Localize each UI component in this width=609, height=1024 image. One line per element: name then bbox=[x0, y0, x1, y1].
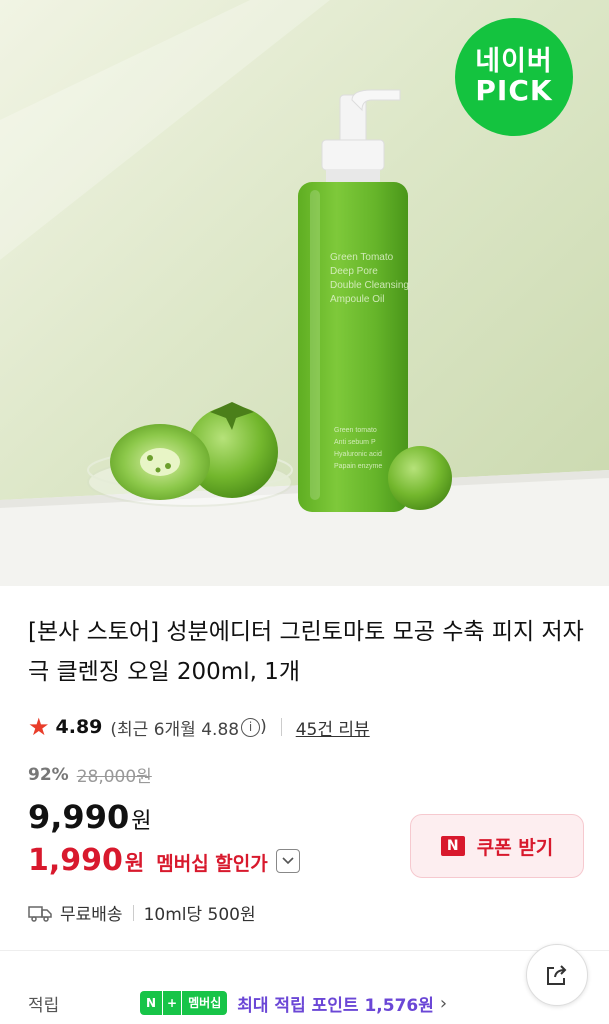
price-row: 9,990 원 bbox=[28, 798, 151, 836]
naver-pick-badge: 네이버 PICK bbox=[455, 18, 573, 136]
reward-row[interactable]: 적립 N + 멤버십 최대 적립 포인트 1,576원 › bbox=[28, 988, 588, 1018]
naver-n-icon: N bbox=[440, 836, 465, 856]
svg-text:Deep Pore: Deep Pore bbox=[330, 266, 378, 277]
badge-line1: 네이버 bbox=[475, 45, 553, 77]
shipping-row: 무료배송 10ml당 500원 bbox=[28, 900, 256, 925]
svg-text:Anti sebum P: Anti sebum P bbox=[334, 439, 376, 446]
coupon-label: 쿠폰 받기 bbox=[476, 836, 554, 859]
svg-text:Hyaluronic acid: Hyaluronic acid bbox=[334, 451, 382, 458]
recent-rating[interactable]: (최근 6개월 4.88 i ) bbox=[110, 715, 266, 740]
price-unit: 원 bbox=[131, 809, 152, 834]
product-title: [본사 스토어] 성분에디터 그린토마토 모공 수축 피지 저자극 클렌징 오일… bbox=[28, 619, 584, 685]
share-icon bbox=[547, 965, 567, 985]
svg-text:Green Tomato: Green Tomato bbox=[330, 252, 394, 263]
sale-price: 9,990 bbox=[28, 798, 130, 836]
nplus-member: 멤버십 bbox=[181, 991, 228, 1015]
membership-price-unit: 원 bbox=[124, 851, 145, 875]
chevron-down-icon[interactable] bbox=[275, 848, 300, 873]
max-reward-points: 최대 적립 포인트 1,576원 bbox=[237, 995, 434, 1016]
chevron-right-icon: › bbox=[439, 992, 448, 1014]
membership-label: 멤버십 할인가 bbox=[156, 853, 268, 875]
reward-label: 적립 bbox=[28, 995, 60, 1016]
divider bbox=[132, 904, 134, 921]
recent-rating-text: (최근 6개월 4.88 bbox=[110, 719, 240, 740]
shipping-text: 무료배송 bbox=[60, 905, 123, 925]
membership-price-row[interactable]: 1,990 원 멤버십 할인가 bbox=[28, 843, 300, 878]
info-icon[interactable]: i bbox=[241, 717, 261, 737]
nplus-plus: + bbox=[162, 991, 182, 1015]
coupon-button[interactable]: N 쿠폰 받기 bbox=[410, 814, 584, 878]
svg-text:Double Cleansing: Double Cleansing bbox=[330, 280, 409, 291]
discount-row: 92% 28,000원 bbox=[28, 762, 152, 788]
svg-text:Papain enzyme: Papain enzyme bbox=[334, 463, 382, 470]
svg-text:Ampoule Oil: Ampoule Oil bbox=[330, 294, 384, 305]
svg-text:Green tomato: Green tomato bbox=[334, 427, 377, 434]
product-hero-image: Green Tomato Deep Pore Double Cleansing … bbox=[0, 0, 609, 586]
membership-price: 1,990 bbox=[28, 843, 123, 878]
original-price: 28,000원 bbox=[76, 767, 152, 787]
badge-line2: PICK bbox=[475, 74, 553, 108]
rating-row: ★ 4.89 (최근 6개월 4.88 i ) 45건 리뷰 bbox=[28, 712, 370, 742]
truck-icon bbox=[28, 905, 52, 922]
nplus-n: N bbox=[140, 991, 163, 1015]
rating-score: 4.89 bbox=[55, 716, 103, 738]
section-divider bbox=[0, 950, 609, 951]
divider bbox=[280, 718, 282, 736]
recent-rating-close: ) bbox=[260, 717, 267, 737]
unit-price: 10ml당 500원 bbox=[143, 905, 256, 925]
star-icon: ★ bbox=[28, 713, 50, 741]
review-count-link[interactable]: 45건 리뷰 bbox=[296, 715, 370, 740]
discount-rate: 92% bbox=[28, 764, 69, 785]
nplus-membership-badge: N + 멤버십 bbox=[140, 991, 228, 1015]
